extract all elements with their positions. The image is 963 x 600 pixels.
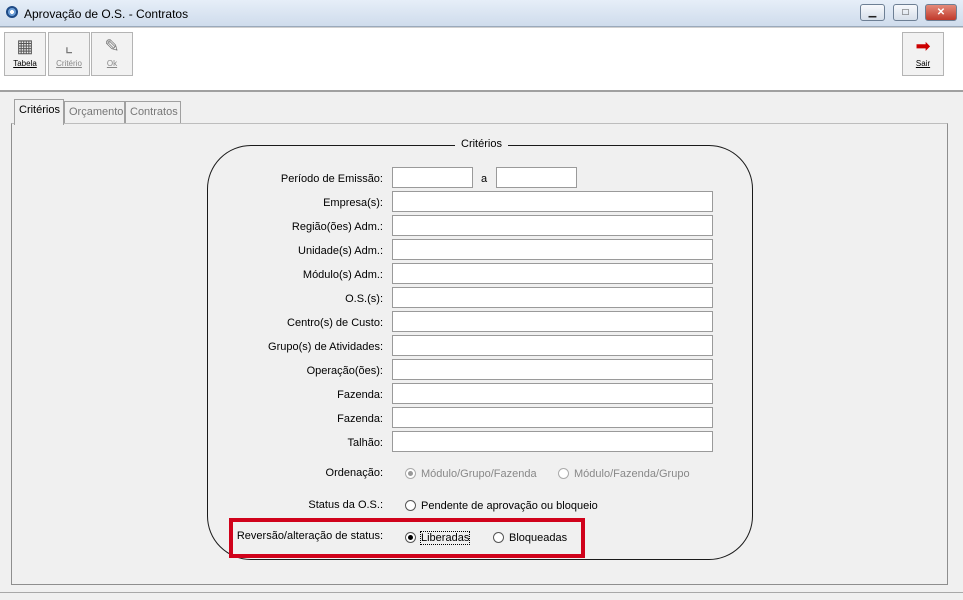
unidade-input[interactable] [392, 239, 713, 260]
tab-criterios[interactable]: Critérios [14, 99, 64, 125]
talhao-input[interactable] [392, 431, 713, 452]
grupo-atividades-label: Grupo(s) de Atividades: [268, 341, 383, 353]
ordenacao-option-2-label: Módulo/Fazenda/Grupo [574, 468, 690, 480]
periodo-end-input[interactable] [496, 167, 577, 188]
periodo-start-input[interactable] [392, 167, 473, 188]
app-icon [6, 6, 18, 18]
talhao-label: Talhão: [347, 437, 383, 449]
modulo-input[interactable] [392, 263, 713, 284]
operacao-input[interactable] [392, 359, 713, 380]
close-button[interactable]: ✕ [925, 4, 957, 21]
centro-custo-input[interactable] [392, 311, 713, 332]
periodo-separator: a [481, 173, 488, 185]
maximize-button[interactable]: □ [893, 4, 918, 21]
empresa-label: Empresa(s): [323, 197, 383, 209]
reversao-option-liberadas-label: Liberadas [419, 531, 471, 545]
sair-button[interactable]: ➡ Sair [902, 32, 944, 76]
minimize-button[interactable]: ▁ [860, 4, 885, 21]
tab-orcamento[interactable]: Orçamento [64, 101, 125, 123]
grupo-atividades-input[interactable] [392, 335, 713, 356]
operacao-label: Operação(ões): [306, 365, 383, 377]
status-label: Status da O.S.: [308, 499, 383, 511]
reversao-radio-bloqueadas[interactable] [493, 532, 504, 543]
status-option-label: Pendente de aprovação ou bloqueio [421, 500, 598, 512]
fazenda-input-1[interactable] [392, 383, 713, 404]
criterio-button[interactable]: ⌞ Critério [48, 32, 90, 76]
title-bar: Aprovação de O.S. - Contratos ▁ □ ✕ [0, 0, 963, 27]
centro-custo-label: Centro(s) de Custo: [287, 317, 383, 329]
criterio-label: Critério [56, 59, 82, 68]
fazenda-label-1: Fazenda: [337, 389, 383, 401]
reversao-radio-liberadas[interactable] [405, 532, 416, 543]
exit-door-icon: ➡ [915, 36, 931, 56]
divider [0, 592, 963, 593]
reversao-option-bloqueadas-label: Bloqueadas [509, 532, 568, 544]
ordenacao-radio-modulo-grupo-fazenda[interactable] [405, 468, 416, 479]
modulo-label: Módulo(s) Adm.: [302, 269, 383, 281]
toolbar: ▦ Tabela ⌞ Critério ✎ Ok ➡ Sair [0, 27, 963, 92]
window-title: Aprovação de O.S. - Contratos [24, 7, 189, 21]
reversao-label: Reversão/alteração de status: [236, 530, 383, 542]
ok-label: Ok [106, 59, 118, 68]
os-input[interactable] [392, 287, 713, 308]
regiao-input[interactable] [392, 215, 713, 236]
unidade-label: Unidade(s) Adm.: [298, 245, 383, 257]
tabela-label: Tabela [13, 59, 37, 68]
criteria-icon: ⌞ [64, 36, 74, 56]
group-title: Critérios [455, 138, 508, 150]
fazenda-label-2: Fazenda: [337, 413, 383, 425]
tab-contratos[interactable]: Contratos [125, 101, 181, 123]
sair-label: Sair [915, 59, 931, 68]
pen-icon: ✎ [104, 36, 120, 56]
periodo-label: Período de Emissão: [280, 173, 383, 185]
fazenda-input-2[interactable] [392, 407, 713, 428]
ordenacao-option-1-label: Módulo/Grupo/Fazenda [421, 468, 537, 480]
grid-icon: ▦ [16, 36, 34, 56]
status-radio-pendente[interactable] [405, 500, 416, 511]
os-label: O.S.(s): [345, 293, 383, 305]
ordenacao-radio-modulo-fazenda-grupo[interactable] [558, 468, 569, 479]
empresa-input[interactable] [392, 191, 713, 212]
regiao-label: Região(ões) Adm.: [291, 221, 383, 233]
tabela-button[interactable]: ▦ Tabela [4, 32, 46, 76]
ordenacao-label: Ordenação: [325, 467, 383, 479]
ok-button[interactable]: ✎ Ok [91, 32, 133, 76]
